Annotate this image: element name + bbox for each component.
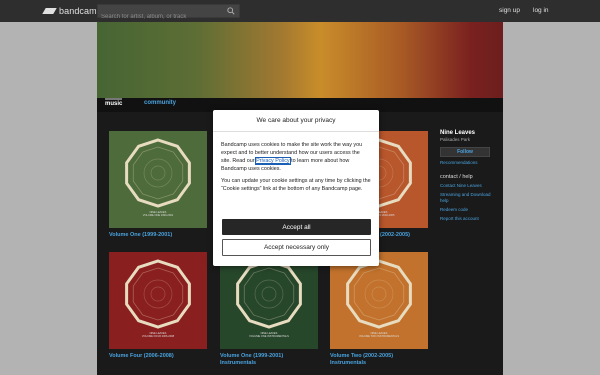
emblem-circle-inner: [150, 286, 166, 302]
accept-all-button[interactable]: Accept all: [222, 219, 371, 235]
bandcamp-logo-icon: [42, 8, 57, 14]
emblem-circle-inner: [150, 165, 166, 181]
recommendations-link[interactable]: Recommendations: [440, 160, 495, 166]
album-item[interactable]: NINE LEAVES VOLUME FOUR 2006-2008 Volume …: [109, 252, 207, 360]
emblem-circle-inner: [371, 286, 387, 302]
contact-heading: contact / help: [440, 174, 473, 180]
album-item[interactable]: NINE LEAVES VOLUME ONE 1999-2001 Volume O…: [109, 131, 207, 239]
decagon-outer: [236, 259, 302, 329]
privacy-policy-link[interactable]: Privacy Policy: [255, 157, 291, 165]
bandcamp-logo[interactable]: bandcamp: [42, 5, 102, 17]
cookie-consent-dialog: We care about your privacy Bandcamp uses…: [213, 110, 379, 266]
artist-banner: [97, 22, 503, 98]
artist-location: Palisades Park: [440, 137, 471, 142]
signup-link[interactable]: sign up: [499, 7, 520, 14]
dialog-body: Bandcamp uses cookies to make the site w…: [213, 132, 379, 193]
artist-sidebar: Nine Leaves Palisades Park Follow Recomm…: [440, 130, 495, 222]
album-title[interactable]: Volume One (1999-2001) Instrumentals: [220, 353, 318, 366]
accept-necessary-button[interactable]: Accept necessary only: [222, 239, 371, 256]
dialog-paragraph-2: You can update your cookie settings at a…: [221, 178, 371, 192]
tab-community[interactable]: community: [144, 100, 176, 106]
decagon-outer: [125, 138, 191, 208]
dialog-paragraph-1: Bandcamp uses cookies to make the site w…: [221, 142, 363, 172]
decagon-inner: [243, 267, 295, 321]
decagon-inner: [132, 267, 184, 321]
login-link[interactable]: log in: [533, 7, 549, 14]
emblem-circle: [143, 279, 173, 309]
dialog-title: We care about your privacy: [213, 110, 379, 132]
decagon-inner: [353, 267, 405, 321]
cover-text-title: VOLUME FOUR 2006-2008: [141, 335, 175, 339]
top-bar: bandcamp sign up log in: [0, 0, 600, 23]
album-cover[interactable]: NINE LEAVES VOLUME TWO INSTRUMENTALS: [330, 252, 428, 349]
album-title[interactable]: Volume Two (2002-2005) Instrumentals: [330, 353, 428, 366]
streaming-help-link[interactable]: Streaming and Download help: [440, 192, 495, 204]
album-item[interactable]: NINE LEAVES VOLUME ONE INSTRUMENTALS Volu…: [220, 252, 318, 366]
cover-text-title: VOLUME ONE 1999-2001: [142, 214, 174, 218]
emblem-circle: [254, 279, 284, 309]
album-cover[interactable]: NINE LEAVES VOLUME ONE INSTRUMENTALS: [220, 252, 318, 349]
follow-button[interactable]: Follow: [440, 147, 490, 157]
album-title[interactable]: Volume Four (2006-2008): [109, 353, 207, 360]
emblem-circle: [143, 158, 173, 188]
redeem-code-link[interactable]: Redeem code: [440, 207, 495, 213]
search-box: [97, 4, 240, 23]
tab-music[interactable]: music: [105, 98, 123, 107]
album-cover[interactable]: NINE LEAVES VOLUME FOUR 2006-2008: [109, 252, 207, 349]
logo-text: bandcamp: [59, 6, 102, 16]
emblem-circle: [364, 279, 394, 309]
album-cover[interactable]: NINE LEAVES VOLUME ONE 1999-2001: [109, 131, 207, 228]
album-item[interactable]: NINE LEAVES VOLUME TWO INSTRUMENTALS Volu…: [330, 252, 428, 366]
artist-name[interactable]: Nine Leaves: [440, 130, 495, 136]
decagon-outer: [346, 259, 412, 329]
album-title[interactable]: Volume One (1999-2001): [109, 232, 207, 239]
contact-artist-link[interactable]: Contact Nine Leaves: [440, 183, 495, 189]
report-account-link[interactable]: Report this account: [440, 216, 495, 222]
search-icon[interactable]: [227, 7, 235, 15]
cover-text-title: VOLUME TWO INSTRUMENTALS: [358, 335, 400, 339]
cover-text-title: VOLUME ONE INSTRUMENTALS: [249, 335, 289, 339]
emblem-circle-inner: [261, 286, 277, 302]
decagon-inner: [132, 146, 184, 200]
decagon-outer: [125, 259, 191, 329]
